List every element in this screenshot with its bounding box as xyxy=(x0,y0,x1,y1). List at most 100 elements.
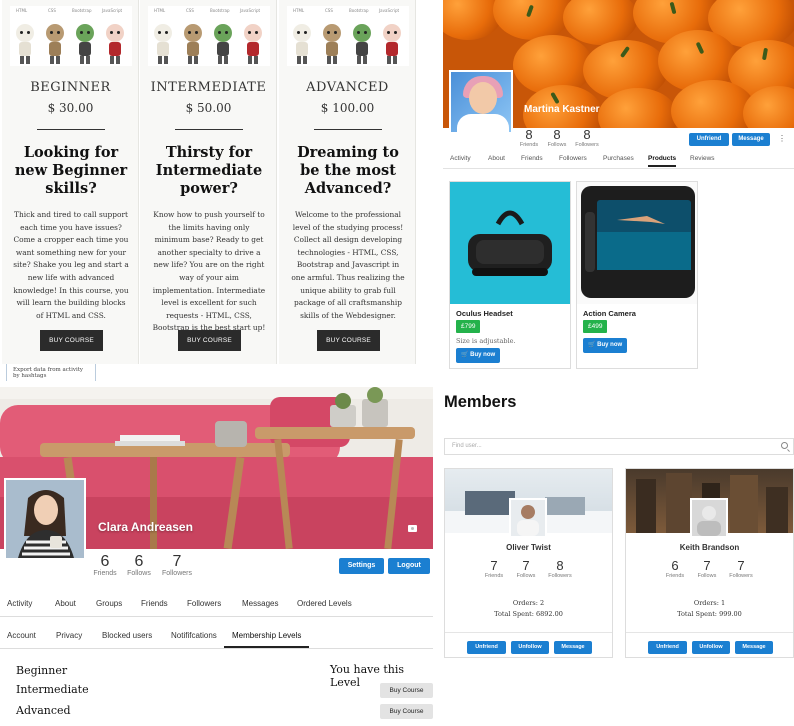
product-image[interactable] xyxy=(577,182,697,304)
tab-messages[interactable]: Messages xyxy=(242,599,278,608)
frankenstein-figure-icon xyxy=(74,24,96,64)
tab-purchases[interactable]: Purchases xyxy=(603,155,634,162)
unfollow-button[interactable]: Unfollow xyxy=(692,641,730,654)
order-summary: Orders: 1 Total Spent: 999.00 xyxy=(626,598,793,620)
buy-course-button[interactable]: BUY COURSE xyxy=(178,330,241,351)
avatar[interactable] xyxy=(690,498,728,538)
member-name[interactable]: Oliver Twist xyxy=(445,543,612,552)
icon-label: Bootstrap xyxy=(349,8,369,13)
tab-ordered-levels[interactable]: Ordered Levels xyxy=(297,599,352,608)
product-image[interactable] xyxy=(450,182,570,304)
vampire-figure-icon xyxy=(104,24,126,64)
buy-course-button[interactable]: BUY COURSE xyxy=(40,330,103,351)
avatar[interactable] xyxy=(449,70,513,134)
icon-label: HTML xyxy=(293,8,305,13)
avatar[interactable] xyxy=(4,478,86,560)
divider xyxy=(175,129,243,130)
tab-about[interactable]: About xyxy=(55,599,76,608)
stat-number: 8 xyxy=(556,558,564,573)
cart-icon: 🛒 xyxy=(588,342,596,348)
tab-friends[interactable]: Friends xyxy=(141,599,168,608)
tab-privacy[interactable]: Privacy xyxy=(56,631,82,640)
mummy-figure-icon xyxy=(182,24,204,64)
search-input[interactable]: Find user... xyxy=(444,438,794,455)
stat-number: 7 xyxy=(172,553,182,570)
members-title: Members xyxy=(444,393,517,411)
members-panel: Members Find user... Oliver Twist 7 Frien… xyxy=(443,388,794,726)
stat-follows[interactable]: 6 Follows xyxy=(119,553,159,577)
member-card: Oliver Twist 7 Friends 7 Follows 8 Follower… xyxy=(444,468,613,658)
tab-reviews[interactable]: Reviews xyxy=(690,155,715,162)
buy-now-button[interactable]: 🛒 Buy now xyxy=(456,348,501,363)
tab-about[interactable]: About xyxy=(488,155,505,162)
avatar[interactable] xyxy=(509,498,547,538)
member-name[interactable]: Keith Brandson xyxy=(626,543,793,552)
stat-followers[interactable]: 7 Followers xyxy=(157,553,197,577)
export-note: Export data from activity by hashtags xyxy=(6,364,96,381)
icon-label: JavaScript xyxy=(379,8,400,13)
orders-count: Orders: 2 xyxy=(512,599,545,607)
unfriend-button[interactable]: Unfriend xyxy=(648,641,687,654)
vampire-figure-icon xyxy=(381,24,403,64)
stat-label: Followers xyxy=(162,570,192,577)
tab-friends[interactable]: Friends xyxy=(521,155,543,162)
product-note: Size is adjustable. xyxy=(456,337,516,345)
settings-button[interactable]: Settings xyxy=(339,558,384,574)
message-button[interactable]: Message xyxy=(735,641,773,654)
search-placeholder: Find user... xyxy=(452,443,482,449)
tab-blocked-users[interactable]: Blocked users xyxy=(102,631,152,640)
stat-followers: 7 Followers xyxy=(721,558,761,580)
tab-products[interactable]: Products xyxy=(648,155,677,167)
tab-followers[interactable]: Followers xyxy=(559,155,587,162)
plan-price: $ 100.00 xyxy=(320,101,375,115)
product-card: Action Camera £499 🛒 Buy now xyxy=(576,181,698,369)
tab-groups[interactable]: Groups xyxy=(96,599,122,608)
total-spent: Total Spent: 999.00 xyxy=(677,610,742,618)
orders-count: Orders: 1 xyxy=(693,599,726,607)
search-icon[interactable] xyxy=(781,442,788,449)
buy-course-button[interactable]: Buy Course xyxy=(380,683,433,698)
buy-now-button[interactable]: 🛒 Buy now xyxy=(583,338,628,353)
tab-account[interactable]: Account xyxy=(7,631,36,640)
plan-card-intermediate: HTML CSS Bootstrap JavaScript INTERMEDIA… xyxy=(140,0,277,364)
divider xyxy=(445,632,612,633)
tab-followers[interactable]: Followers xyxy=(187,599,221,608)
plan-tier: INTERMEDIATE xyxy=(150,80,267,95)
divider xyxy=(314,129,382,130)
pricing-panel: HTML CSS Bootstrap JavaScript BEGINNER $… xyxy=(0,0,418,364)
tab-membership-levels[interactable]: Membership Levels xyxy=(224,631,310,648)
unfriend-button[interactable]: Unfriend xyxy=(467,641,506,654)
plan-headline: Dreaming to be the most Advanced? xyxy=(297,144,399,197)
message-button[interactable]: Message xyxy=(554,641,592,654)
more-options-icon[interactable]: ⋮ xyxy=(778,134,786,143)
buy-course-button[interactable]: BUY COURSE xyxy=(317,330,380,351)
message-button[interactable]: Message xyxy=(732,133,770,146)
stat-label: Followers xyxy=(548,573,572,579)
stat-label: Followers xyxy=(729,573,753,579)
plan-description: Know how to push yourself to the limits … xyxy=(152,210,266,333)
camera-icon[interactable] xyxy=(408,525,417,532)
skeleton-figure-icon xyxy=(291,24,313,64)
stat-label: Followers xyxy=(575,142,599,148)
level-name: Advanced xyxy=(16,704,71,717)
stat-number: 7 xyxy=(737,558,745,573)
level-name: Intermediate xyxy=(16,683,89,696)
price-badge: £799 xyxy=(456,320,481,333)
product-name: Action Camera xyxy=(583,309,636,318)
tab-activity[interactable]: Activity xyxy=(7,599,32,608)
tab-activity[interactable]: Activity xyxy=(450,155,471,162)
product-card: Oculus Headset £799 Size is adjustable. … xyxy=(449,181,571,369)
logout-button[interactable]: Logout xyxy=(388,558,430,574)
tab-notifications[interactable]: Notififcations xyxy=(171,631,217,640)
unfollow-button[interactable]: Unfollow xyxy=(511,641,549,654)
divider xyxy=(626,632,793,633)
total-spent: Total Spent: 6892.00 xyxy=(494,610,563,618)
frankenstein-figure-icon xyxy=(212,24,234,64)
divider xyxy=(37,129,105,130)
plan-description: Welcome to the professional level of the… xyxy=(291,210,405,320)
course-illustration: HTML CSS Bootstrap JavaScript xyxy=(287,6,409,66)
vampire-figure-icon xyxy=(242,24,264,64)
buy-course-button[interactable]: Buy Course xyxy=(380,704,433,719)
unfriend-button[interactable]: Unfriend xyxy=(689,133,729,146)
stat-followers[interactable]: 8 Followers xyxy=(567,128,607,149)
